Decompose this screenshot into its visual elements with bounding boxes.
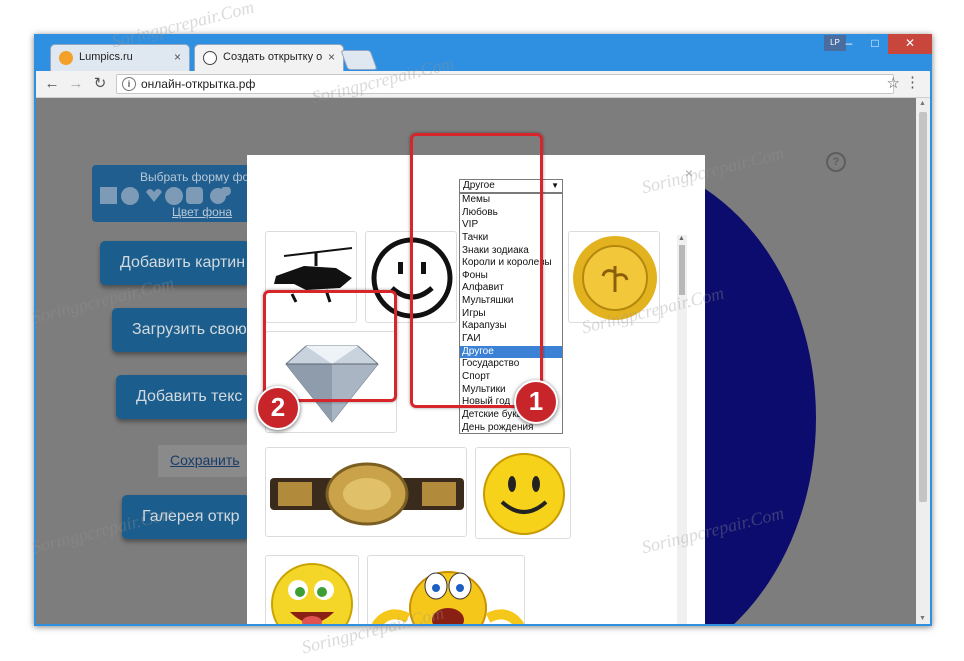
- add-picture-button[interactable]: Добавить картин: [100, 241, 250, 285]
- bookmark-star-icon[interactable]: ☆: [887, 74, 900, 92]
- tab-label: Создать открытку онлай: [223, 51, 323, 63]
- page-scroll-thumb[interactable]: [919, 112, 927, 502]
- image-card-championship-belt[interactable]: [265, 447, 467, 537]
- window-controls: – □ ✕: [836, 34, 932, 54]
- highlight-dropdown: [410, 133, 543, 408]
- reload-icon[interactable]: ↻: [90, 74, 110, 94]
- step-badge-1: 1: [514, 380, 558, 424]
- modal-scroll-thumb[interactable]: [679, 245, 685, 295]
- help-icon[interactable]: ?: [826, 152, 846, 172]
- square-shape-icon: [100, 187, 117, 204]
- yellow-smiley-image: [483, 453, 565, 535]
- image-card-yellow-smiley[interactable]: [475, 447, 571, 539]
- image-card-gold-seal[interactable]: [568, 231, 660, 323]
- modal-close-icon[interactable]: ×: [685, 165, 693, 181]
- image-card-tongue-smiley[interactable]: [265, 555, 359, 624]
- scroll-down-icon[interactable]: ▼: [919, 615, 926, 622]
- shape-panel: Выбрать форму фо Цвет фона: [92, 165, 262, 222]
- heart-shape-icon: [146, 189, 162, 202]
- info-icon[interactable]: i: [122, 77, 136, 91]
- postcard-favicon-icon: [203, 51, 217, 65]
- new-tab-button[interactable]: [340, 50, 378, 70]
- gold-seal-image: [573, 236, 657, 320]
- highlight-diamond: [263, 290, 397, 402]
- tab-close-icon[interactable]: ×: [174, 50, 181, 64]
- scroll-up-icon[interactable]: ▲: [919, 100, 926, 107]
- upload-own-button[interactable]: Загрузить свою: [112, 308, 250, 352]
- tab-label: Lumpics.ru: [79, 51, 133, 63]
- tab-create-postcard[interactable]: Создать открытку онлай ×: [194, 44, 344, 71]
- image-card-scared-smiley[interactable]: [367, 555, 525, 624]
- shape-options[interactable]: [100, 187, 260, 207]
- address-bar[interactable]: i онлайн-открытка.рф: [116, 74, 894, 94]
- rounded-square-shape-icon: [186, 187, 203, 204]
- championship-belt-image: [270, 462, 464, 526]
- background-color-link[interactable]: Цвет фона: [172, 205, 232, 219]
- tab-lumpics[interactable]: Lumpics.ru ×: [50, 44, 190, 71]
- close-window-button[interactable]: ✕: [888, 34, 932, 54]
- shape-panel-title: Выбрать форму фо: [140, 170, 250, 184]
- circle-shape-icon-2: [165, 187, 183, 205]
- tab-close-icon[interactable]: ×: [328, 50, 335, 64]
- tongue-smiley-image: [271, 563, 353, 624]
- modal-scrollbar[interactable]: ▲ ▼: [677, 235, 687, 624]
- back-arrow-icon[interactable]: ←: [42, 74, 62, 94]
- maximize-button[interactable]: □: [862, 34, 888, 54]
- tab-bar: Lumpics.ru × Создать открытку онлай × LP…: [34, 34, 932, 72]
- save-box: Сохранить: [158, 445, 248, 477]
- menu-kebab-icon[interactable]: ⋮: [905, 73, 920, 91]
- url-text: онлайн-открытка.рф: [141, 77, 256, 91]
- category-option[interactable]: День рождения: [460, 422, 562, 433]
- scared-smiley-image: [371, 571, 524, 624]
- scroll-up-icon[interactable]: ▲: [678, 235, 685, 242]
- minimize-button[interactable]: –: [836, 34, 862, 54]
- gallery-button[interactable]: Галерея откр: [122, 495, 250, 539]
- add-text-button[interactable]: Добавить текс: [116, 375, 250, 419]
- browser-toolbar: ← → ↻ i онлайн-открытка.рф ☆ ⋮: [36, 71, 930, 98]
- save-link[interactable]: Сохранить: [170, 452, 240, 468]
- forward-arrow-icon[interactable]: →: [66, 74, 86, 94]
- orange-favicon-icon: [59, 51, 73, 65]
- step-badge-2: 2: [256, 386, 300, 430]
- page-scrollbar[interactable]: ▲ ▼: [916, 98, 930, 624]
- circle-shape-icon: [121, 187, 139, 205]
- dropdown-arrow-icon: ▼: [551, 181, 559, 190]
